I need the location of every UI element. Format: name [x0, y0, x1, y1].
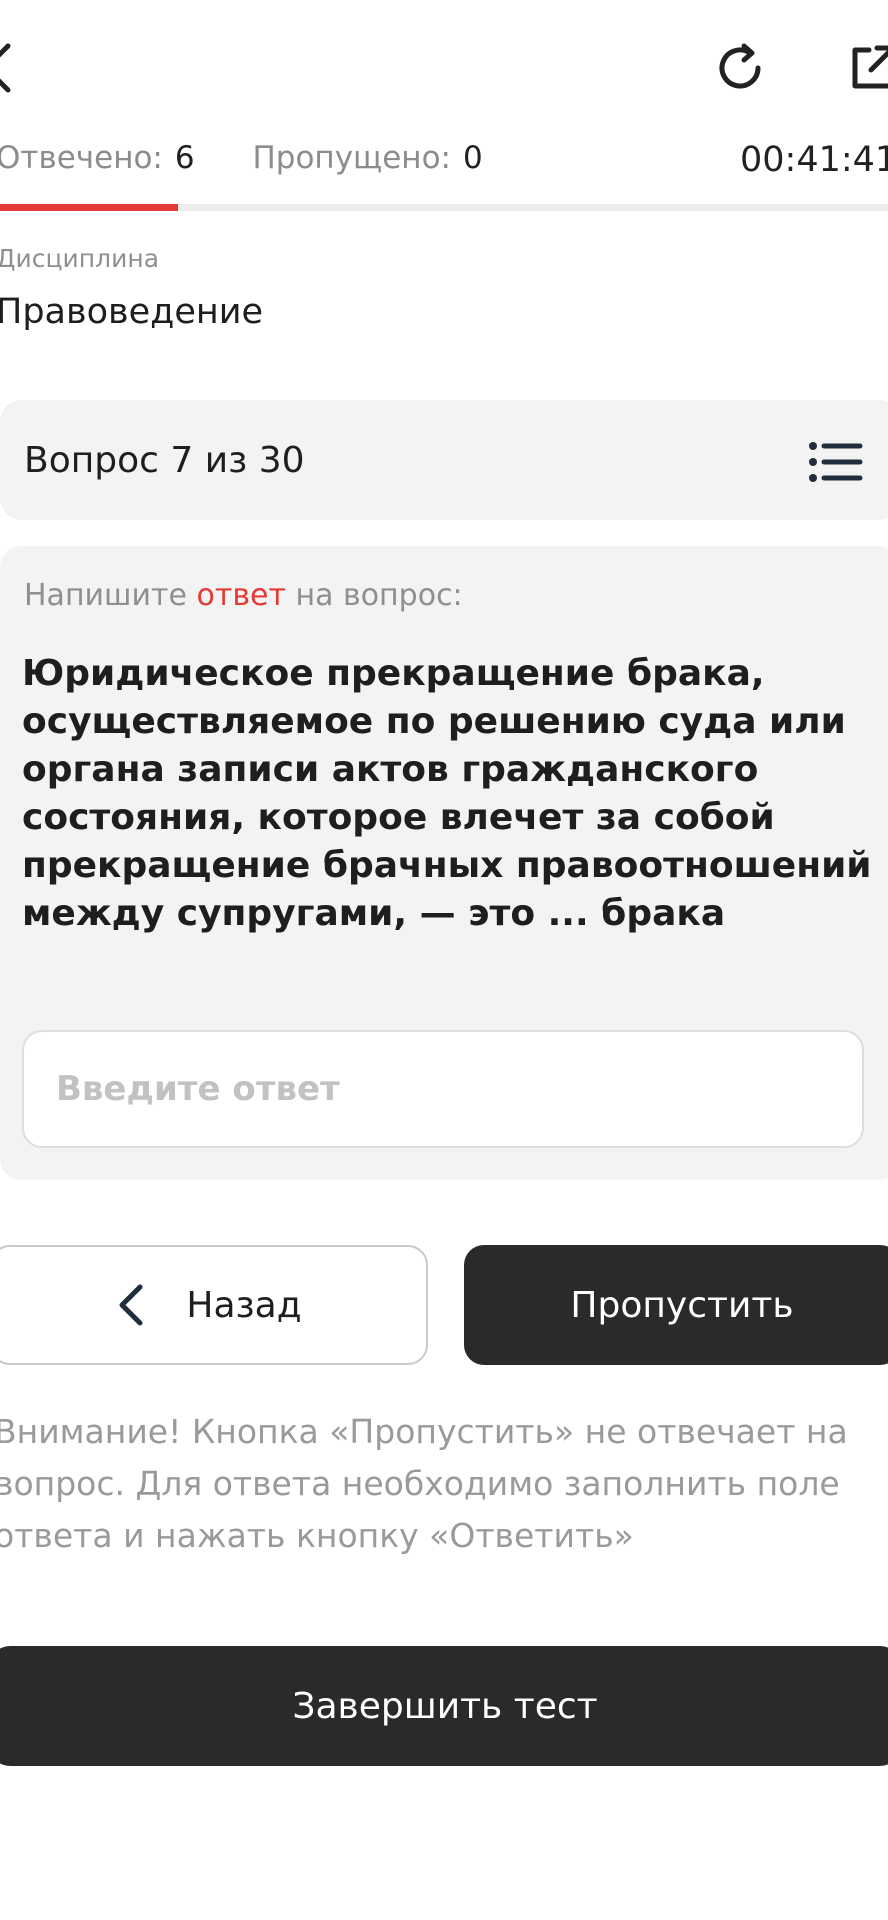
instruction-after: на вопрос: [295, 578, 463, 613]
skip-button[interactable]: Пропустить [464, 1245, 888, 1365]
discipline-value: Правоведение [0, 292, 264, 332]
chevron-left-icon [119, 1284, 143, 1326]
question-instruction: Напишите ответ на вопрос: [24, 578, 463, 613]
reload-icon[interactable] [710, 38, 770, 98]
discipline-label: Дисциплина [0, 244, 160, 273]
progress-bar [0, 204, 888, 211]
back-button[interactable]: Назад [0, 1245, 428, 1365]
question-text: Юридическое прекращение брака, осуществл… [22, 653, 872, 934]
answered-count: 6 [174, 140, 195, 176]
external-link-icon[interactable] [845, 40, 888, 96]
finish-test-button[interactable]: Завершить тест [0, 1646, 888, 1766]
stats-row: Отвечено: 6 Пропущено: 0 [0, 140, 483, 176]
skipped-count: 0 [463, 140, 483, 176]
answered-label: Отвечено: [0, 140, 163, 176]
finish-test-label: Завершить тест [292, 1685, 598, 1727]
skip-warning: Внимание! Кнопка «Пропустить» не отвечае… [0, 1412, 848, 1555]
skipped-label: Пропущено: [252, 140, 451, 176]
instruction-before: Напишите [24, 578, 187, 613]
back-icon[interactable] [0, 40, 18, 96]
timer: 00:41:41 [740, 140, 888, 180]
progress-fill [0, 204, 178, 211]
skip-button-label: Пропустить [570, 1284, 794, 1326]
answer-input[interactable] [22, 1030, 864, 1148]
question-counter: Вопрос 7 из 30 [24, 440, 305, 481]
back-button-label: Назад [186, 1284, 302, 1326]
instruction-accent: ответ [196, 578, 286, 613]
list-icon[interactable] [808, 440, 864, 484]
